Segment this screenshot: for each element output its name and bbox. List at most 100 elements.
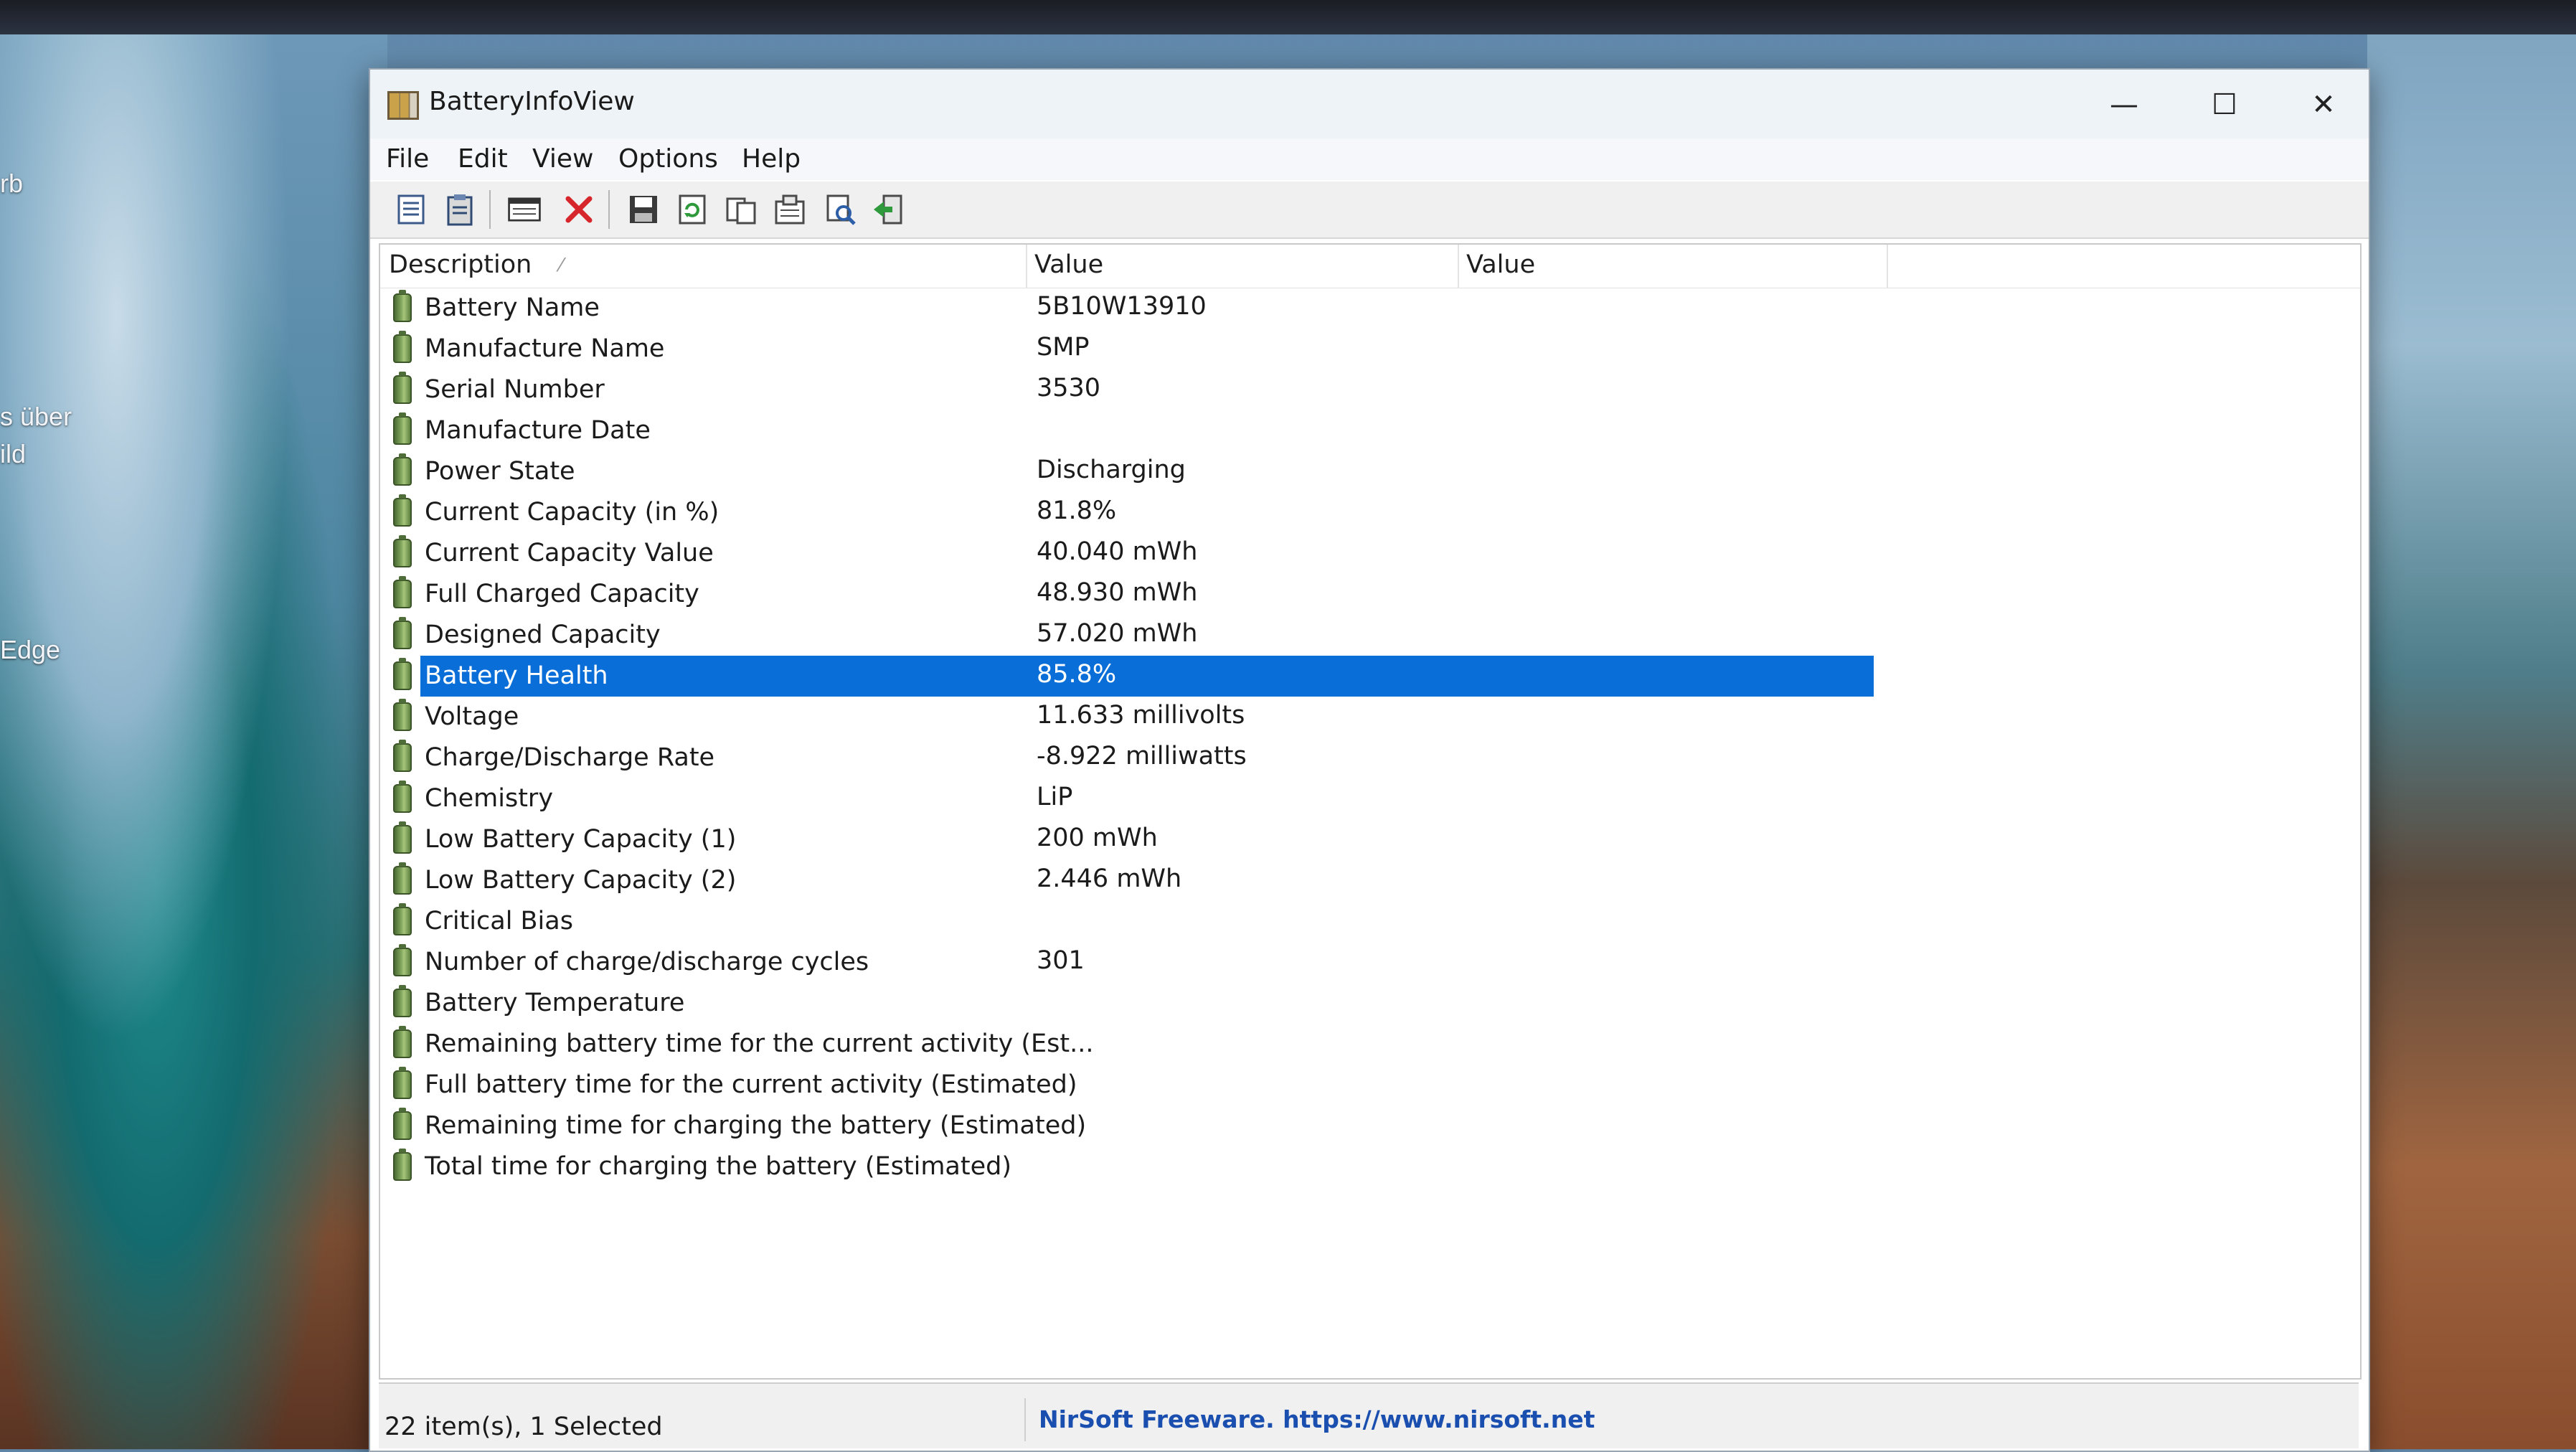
window-icon[interactable] — [506, 192, 547, 227]
status-divider — [1024, 1398, 1026, 1441]
table-row[interactable]: Current Capacity Value 40.040 mWh — [380, 533, 2360, 574]
battery-icon — [393, 576, 412, 608]
battery-icon — [393, 412, 412, 445]
toolbar-separator — [489, 190, 491, 229]
table-row[interactable]: Battery Name 5B10W13910 — [380, 288, 2360, 329]
menu-file[interactable]: File — [386, 144, 429, 174]
menu-bar: File Edit View Options Help — [370, 138, 2369, 180]
battery-icon — [393, 331, 412, 363]
column-divider[interactable] — [1458, 245, 1459, 288]
html-report-icon[interactable] — [772, 192, 808, 227]
row-description: Battery Name — [425, 293, 600, 322]
delete-icon[interactable] — [561, 192, 597, 227]
row-description: Number of charge/discharge cycles — [425, 948, 869, 976]
column-header-description[interactable]: Description — [389, 250, 532, 279]
window-title: BatteryInfoView — [429, 87, 635, 116]
row-description: Total time for charging the battery (Est… — [425, 1152, 1011, 1181]
battery-icon — [393, 494, 412, 527]
find-icon[interactable] — [822, 192, 858, 227]
save-icon[interactable] — [626, 192, 661, 227]
column-header-value-2[interactable]: Value — [1466, 250, 1535, 279]
desktop-icon-label[interactable]: s über — [0, 402, 72, 432]
batteryinfoview-window: BatteryInfoView — ☐ ✕ File Edit View Opt… — [369, 68, 2370, 1452]
desktop-wallpaper-right — [2367, 34, 2576, 1449]
battery-icon — [393, 944, 412, 976]
row-description: Full Charged Capacity — [425, 580, 699, 608]
column-header-value[interactable]: Value — [1034, 250, 1103, 279]
table-row[interactable]: Manufacture Name SMP — [380, 329, 2360, 369]
selection-highlight — [420, 656, 1874, 697]
battery-icon — [393, 740, 412, 772]
table-row[interactable]: Power State Discharging — [380, 451, 2360, 492]
table-row[interactable]: Critical Bias — [380, 901, 2360, 942]
menu-options[interactable]: Options — [618, 144, 718, 174]
row-description: Manufacture Date — [425, 416, 651, 445]
row-value: 11.633 millivolts — [1037, 701, 1245, 730]
table-row[interactable]: Serial Number 3530 — [380, 369, 2360, 410]
row-description: Manufacture Name — [425, 334, 665, 363]
row-value: 200 mWh — [1037, 824, 1158, 852]
desktop-icon-label[interactable]: rb — [0, 169, 23, 199]
desktop-icon-label-edge[interactable]: Edge — [0, 635, 60, 665]
menu-help[interactable]: Help — [742, 144, 801, 174]
clipboard-icon[interactable] — [442, 192, 478, 227]
status-item-count: 22 item(s), 1 Selected — [384, 1413, 663, 1441]
battery-info-list[interactable]: Description ⁄ Value Value Battery Name 5B… — [379, 243, 2362, 1380]
table-row[interactable]: Low Battery Capacity (1) 200 mWh — [380, 819, 2360, 860]
battery-icon — [393, 290, 412, 322]
monitor-bezel — [0, 0, 2576, 34]
desktop-icon-label[interactable]: ild — [0, 439, 26, 469]
sort-arrow-icon: ⁄ — [560, 255, 563, 276]
status-bar: 22 item(s), 1 Selected NirSoft Freeware.… — [379, 1382, 2359, 1448]
battery-icon — [393, 372, 412, 404]
table-row[interactable]: Number of charge/discharge cycles 301 — [380, 942, 2360, 983]
toolbar — [370, 182, 2369, 239]
row-description: Critical Bias — [425, 907, 573, 935]
row-value: 3530 — [1037, 374, 1101, 402]
nirsoft-link[interactable]: NirSoft Freeware. https://www.nirsoft.ne… — [1039, 1405, 1595, 1433]
table-row[interactable]: Voltage 11.633 millivolts — [380, 697, 2360, 737]
table-row-selected[interactable]: Battery Health 85.8% — [380, 656, 2360, 697]
title-bar[interactable]: BatteryInfoView — ☐ ✕ — [370, 70, 2369, 138]
row-description: Remaining time for charging the battery … — [425, 1111, 1087, 1140]
toolbar-separator — [608, 190, 610, 229]
table-row[interactable]: Current Capacity (in %) 81.8% — [380, 492, 2360, 533]
row-description: Current Capacity Value — [425, 539, 714, 567]
table-row[interactable]: Full Charged Capacity 48.930 mWh — [380, 574, 2360, 615]
row-description: Full battery time for the current activi… — [425, 1070, 1077, 1099]
battery-icon — [393, 1067, 412, 1099]
table-row[interactable]: Manufacture Date — [380, 410, 2360, 451]
table-row[interactable]: Total time for charging the battery (Est… — [380, 1146, 2360, 1187]
battery-icon — [393, 535, 412, 567]
table-row[interactable]: Designed Capacity 57.020 mWh — [380, 615, 2360, 656]
refresh-icon[interactable] — [674, 192, 710, 227]
row-value: 57.020 mWh — [1037, 619, 1198, 648]
column-divider[interactable] — [1026, 245, 1027, 288]
table-row[interactable]: Remaining battery time for the current a… — [380, 1024, 2360, 1065]
table-row[interactable]: Charge/Discharge Rate -8.922 milliwatts — [380, 737, 2360, 778]
battery-icon — [393, 453, 412, 486]
row-value: -8.922 milliwatts — [1037, 742, 1247, 770]
battery-icon — [393, 1026, 412, 1058]
battery-icon — [393, 781, 412, 813]
battery-icon — [393, 903, 412, 935]
row-description: Battery Temperature — [425, 989, 685, 1017]
maximize-button[interactable]: ☐ — [2185, 82, 2264, 127]
table-row[interactable]: Remaining time for charging the battery … — [380, 1106, 2360, 1146]
table-row[interactable]: Chemistry LiP — [380, 778, 2360, 819]
table-row[interactable]: Low Battery Capacity (2) 2.446 mWh — [380, 860, 2360, 901]
menu-edit[interactable]: Edit — [458, 144, 508, 174]
app-battery-icon — [387, 91, 419, 120]
row-value: SMP — [1037, 333, 1090, 362]
minimize-button[interactable]: — — [2085, 82, 2164, 127]
battery-icon — [393, 1149, 412, 1181]
table-row[interactable]: Full battery time for the current activi… — [380, 1065, 2360, 1106]
properties-icon[interactable] — [393, 192, 429, 227]
column-divider[interactable] — [1887, 245, 1888, 288]
copy-icon[interactable] — [723, 192, 759, 227]
close-button[interactable]: ✕ — [2284, 82, 2363, 127]
battery-icon — [393, 699, 412, 731]
menu-view[interactable]: View — [532, 144, 593, 174]
exit-icon[interactable] — [871, 192, 907, 227]
table-row[interactable]: Battery Temperature — [380, 983, 2360, 1024]
